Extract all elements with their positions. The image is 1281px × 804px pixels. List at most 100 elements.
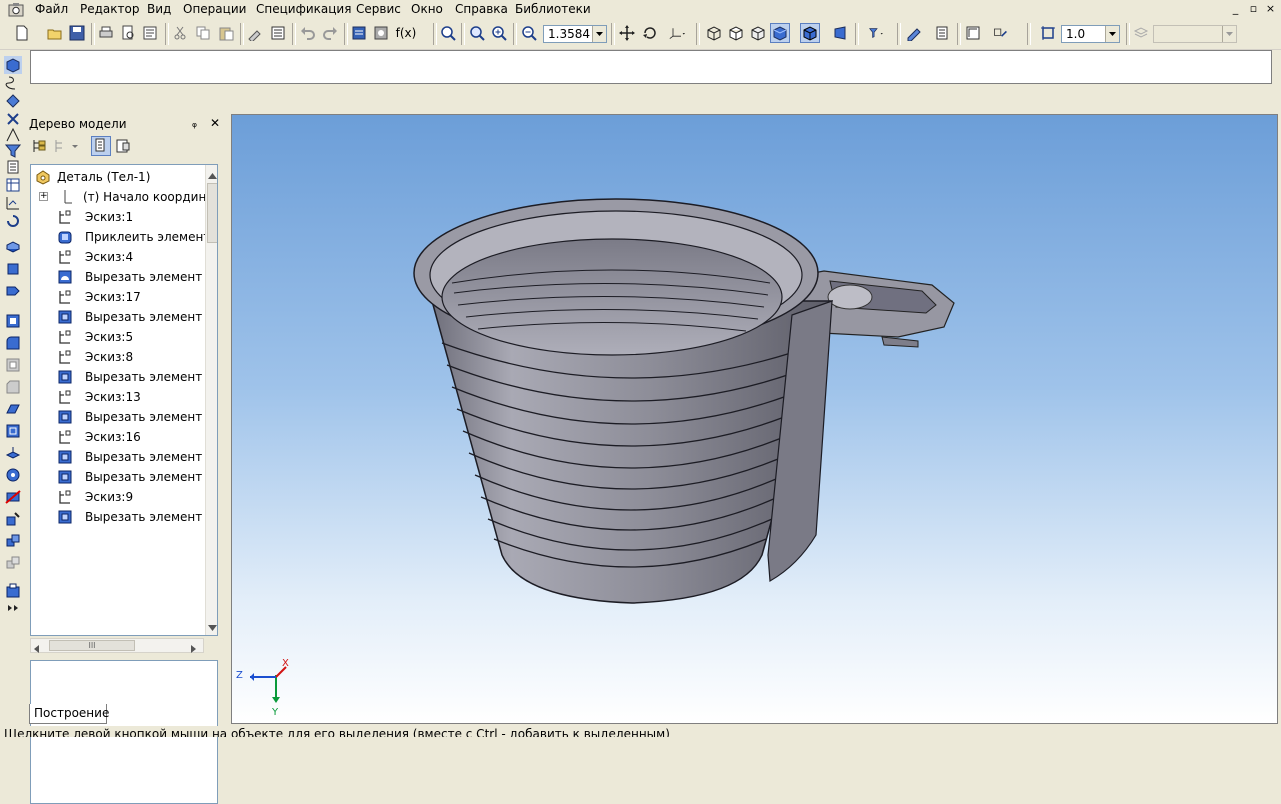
hidden-lines-button[interactable] — [726, 23, 746, 43]
fx-button[interactable]: f(x) — [394, 23, 418, 43]
tree-horizontal-scrollbar[interactable]: III — [30, 638, 204, 653]
shell-icon[interactable] — [4, 356, 22, 374]
scroll-right-icon[interactable] — [191, 642, 197, 653]
tree-vertical-scrollbar[interactable] — [205, 165, 217, 635]
pin-icon[interactable]: ᵩ — [192, 116, 197, 130]
spec-button[interactable] — [932, 23, 952, 43]
menu-window[interactable]: Окно — [411, 2, 443, 16]
tree-item[interactable]: + (т) Начало координат — [31, 187, 206, 207]
save-button[interactable] — [67, 23, 87, 43]
cut-extrude-icon[interactable] — [4, 312, 22, 330]
expand-toolbar-icon[interactable] — [4, 602, 22, 614]
spec-icon[interactable] — [4, 158, 22, 176]
menu-specification[interactable]: Спецификация — [256, 2, 351, 16]
fillet-icon[interactable] — [4, 334, 22, 352]
zoom-window-button[interactable] — [467, 23, 487, 43]
zoom-fit-button[interactable] — [438, 23, 458, 43]
paste-button[interactable] — [216, 23, 236, 43]
reports-icon[interactable] — [4, 176, 22, 194]
zoom-combo[interactable]: 1.3584 — [543, 25, 607, 43]
zoom-scale-button[interactable] — [519, 23, 539, 43]
shaded-edges-button[interactable] — [800, 23, 820, 43]
tree-item[interactable]: Эскиз:13 — [31, 387, 206, 407]
redo-button[interactable] — [320, 23, 340, 43]
tree-root-item[interactable]: Деталь (Тел-1) — [31, 167, 206, 187]
tree-item[interactable]: Вырезать элемент вы — [31, 507, 206, 527]
pan-button[interactable] — [617, 23, 637, 43]
tree-item[interactable]: Вырезать элемент вы — [31, 367, 206, 387]
perspective-button[interactable] — [830, 23, 850, 43]
zoom-in-button[interactable] — [489, 23, 509, 43]
extrude-icon[interactable] — [4, 238, 22, 256]
scroll-up-icon[interactable] — [208, 168, 217, 179]
tree-item[interactable]: Вырезать элемент вр — [31, 267, 206, 287]
chevron-down-icon[interactable] — [592, 26, 606, 42]
cup-model[interactable] — [232, 115, 1278, 724]
section-icon[interactable] — [4, 488, 22, 506]
thread-icon[interactable] — [4, 466, 22, 484]
chevron-down-icon[interactable] — [1222, 26, 1236, 42]
kinematic-icon[interactable] — [4, 282, 22, 300]
tree-list[interactable]: Деталь (Тел-1) + (т) Начало координат Эскиз… — [30, 164, 218, 636]
rotate-button[interactable] — [640, 23, 660, 43]
rotation-icon[interactable] — [4, 212, 22, 230]
tree-build-order-icon[interactable] — [31, 138, 49, 156]
close-button[interactable]: × — [1264, 2, 1277, 16]
measure-button[interactable] — [963, 23, 983, 43]
app-icon[interactable] — [8, 2, 24, 17]
tree-item[interactable]: Эскиз:9 — [31, 487, 206, 507]
scroll-left-icon[interactable] — [34, 642, 40, 653]
menu-libraries[interactable]: Библиотеки — [515, 2, 591, 16]
tree-item[interactable]: Вырезать элемент вы — [31, 467, 206, 487]
tree-item[interactable]: Эскиз:5 — [31, 327, 206, 347]
draft-icon[interactable] — [4, 422, 22, 440]
boolean-icon[interactable] — [4, 554, 22, 572]
restore-button[interactable]: ▫ — [1247, 2, 1260, 16]
3d-viewport[interactable]: Z X Y — [231, 114, 1278, 724]
tree-item[interactable]: Эскиз:4 — [31, 247, 206, 267]
copy-button[interactable] — [193, 23, 213, 43]
tree-item[interactable]: Эскиз:1 — [31, 207, 206, 227]
step-combo[interactable]: 1.0 — [1061, 25, 1120, 43]
expand-toggle[interactable]: + — [39, 192, 48, 201]
mcs-button[interactable] — [986, 23, 1014, 43]
open-file-button[interactable] — [45, 23, 65, 43]
wireframe-button[interactable] — [704, 23, 724, 43]
properties-button[interactable] — [140, 23, 160, 43]
tree-structure-icon[interactable] — [53, 138, 81, 156]
menu-view[interactable]: Вид — [147, 2, 171, 16]
thin-hidden-lines-button[interactable] — [748, 23, 768, 43]
layer-combo[interactable] — [1153, 25, 1237, 43]
tree-item[interactable]: Вырезать элемент вы — [31, 407, 206, 427]
chamfer-icon[interactable] — [4, 378, 22, 396]
close-icon[interactable]: ✕ — [210, 116, 220, 130]
spatial-curves-icon[interactable] — [4, 74, 22, 92]
chevron-down-icon[interactable] — [1105, 26, 1119, 42]
rib-icon[interactable] — [4, 400, 22, 418]
cut-button[interactable] — [170, 23, 190, 43]
print-button[interactable] — [96, 23, 116, 43]
menu-service[interactable]: Сервис — [356, 2, 401, 16]
library-manager-button[interactable] — [371, 23, 391, 43]
menu-help[interactable]: Справка — [455, 2, 508, 16]
menu-operations[interactable]: Операции — [183, 2, 246, 16]
format-painter-button[interactable] — [245, 23, 265, 43]
hole-icon[interactable] — [4, 444, 22, 462]
manager-button[interactable] — [349, 23, 369, 43]
tree-item[interactable]: Приклеить элемент в — [31, 227, 206, 247]
tree-item[interactable]: Эскиз:16 — [31, 427, 206, 447]
filter-button[interactable] — [862, 23, 892, 43]
surfaces-icon[interactable] — [4, 92, 22, 110]
editing-part-icon[interactable] — [4, 56, 22, 74]
orientation-button[interactable] — [664, 23, 690, 43]
sketch-mode-button[interactable] — [904, 23, 924, 43]
menu-file[interactable]: Файл — [35, 2, 68, 16]
tree-item[interactable]: Вырезать элемент вы — [31, 307, 206, 327]
revolve-icon[interactable] — [4, 260, 22, 278]
variables-button[interactable] — [268, 23, 288, 43]
tree-detail-icon[interactable] — [115, 138, 133, 156]
copy-array-icon[interactable] — [4, 532, 22, 550]
tab-construction[interactable]: Построение — [29, 704, 109, 724]
tree-item[interactable]: Эскиз:8 — [31, 347, 206, 367]
tree-item[interactable]: Вырезать элемент вы — [31, 447, 206, 467]
